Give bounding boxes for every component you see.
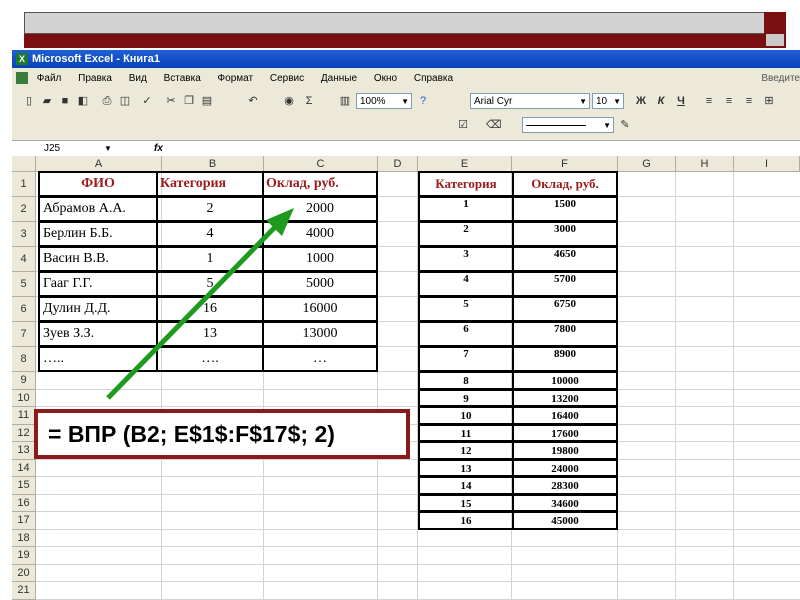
pointer-arrow [106, 208, 294, 400]
arrow-shaft [106, 220, 282, 400]
formula-callout: = ВПР (B2; E$1$:F$17$; 2) [34, 409, 410, 459]
